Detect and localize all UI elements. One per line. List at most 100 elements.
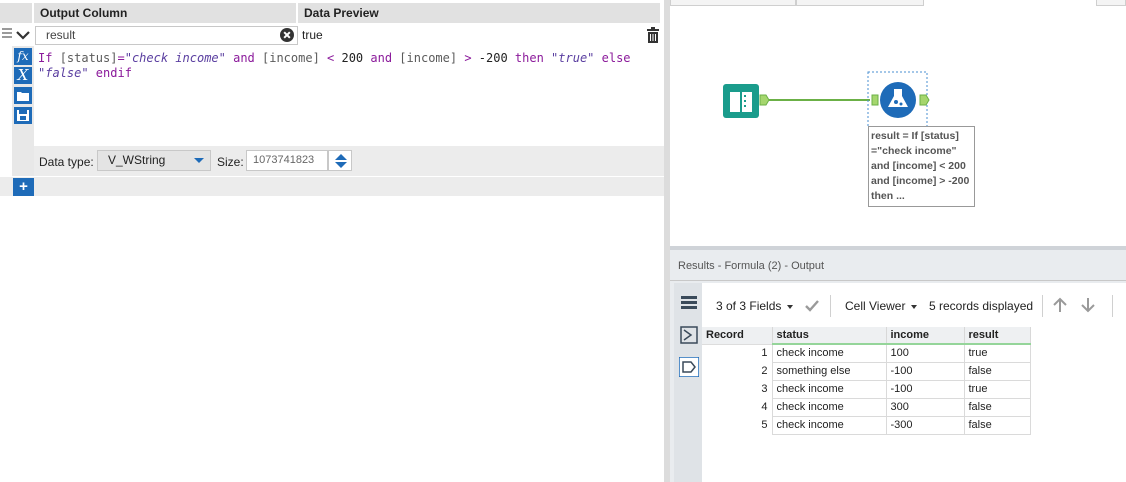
formula-node xyxy=(871,82,930,118)
expr-token: "false" xyxy=(38,66,89,80)
size-label: Size: xyxy=(217,155,244,169)
table-cell[interactable]: -100 xyxy=(885,379,965,399)
table-cell[interactable]: -300 xyxy=(885,415,965,435)
table-cell[interactable]: check income xyxy=(771,343,887,363)
column-header[interactable]: result xyxy=(964,327,1031,345)
output-column-header: Output Column xyxy=(34,3,296,23)
expr-token: "check income" xyxy=(124,51,226,65)
column-header[interactable]: income xyxy=(886,327,965,345)
expr-token: > xyxy=(457,51,479,65)
table-cell[interactable]: false xyxy=(963,415,1031,435)
results-toolbar: 3 of 3 Fields Cell Viewer 5 records disp… xyxy=(702,283,1126,327)
size-input[interactable]: 1073741823 xyxy=(246,150,328,171)
expr-token: 200 xyxy=(341,51,364,65)
data-preview-value: true xyxy=(302,28,323,42)
variable-icon[interactable]: X xyxy=(14,67,32,84)
table-cell[interactable]: check income xyxy=(771,415,887,435)
table-header-row: Record status income result xyxy=(702,327,1031,345)
column-header[interactable]: Record xyxy=(702,327,773,345)
expr-token: then xyxy=(507,51,552,65)
record-number: 2 xyxy=(702,362,773,380)
table-row[interactable]: 1 check income 100 true xyxy=(702,343,1031,363)
open-folder-icon[interactable] xyxy=(14,87,32,104)
toolbar-separator xyxy=(1042,295,1043,317)
toolbar-separator xyxy=(1112,295,1113,317)
chevron-down-icon xyxy=(194,158,204,163)
clear-icon[interactable] xyxy=(280,28,294,42)
column-header[interactable]: status xyxy=(772,327,887,345)
expr-token: = xyxy=(117,51,125,65)
data-type-select[interactable]: V_WString xyxy=(97,150,211,171)
metadata-icon[interactable] xyxy=(679,325,699,345)
trash-icon[interactable] xyxy=(646,27,660,44)
expression-editor[interactable]: If [status]="check income" and [income] … xyxy=(34,46,664,146)
table-cell[interactable]: 100 xyxy=(885,343,965,363)
output-tag-icon[interactable] xyxy=(679,357,699,377)
fields-selector[interactable]: 3 of 3 Fields xyxy=(716,299,794,313)
expr-token: and xyxy=(363,51,400,65)
input-data-node xyxy=(723,84,770,118)
add-formula-button[interactable]: + xyxy=(13,178,34,196)
expr-token: else xyxy=(594,51,631,65)
expr-token: endif xyxy=(88,66,132,80)
node-annotation: result = If [status] ="check income" and… xyxy=(868,126,975,207)
table-row[interactable]: 3 check income -100 true xyxy=(702,379,1031,399)
workflow-canvas[interactable]: result = If [status] ="check income" and… xyxy=(670,0,1126,246)
table-cell[interactable]: check income xyxy=(771,397,887,417)
record-number: 5 xyxy=(702,416,773,434)
results-sidebar xyxy=(674,283,702,482)
save-icon[interactable] xyxy=(14,107,32,124)
table-cell[interactable]: false xyxy=(963,361,1031,381)
arrow-up-icon[interactable] xyxy=(1052,297,1068,313)
results-title: Results - Formula (2) - Output xyxy=(678,260,825,272)
expr-token: [status] xyxy=(59,51,118,65)
chevron-down-icon[interactable] xyxy=(14,26,32,44)
expr-token: If xyxy=(38,51,60,65)
record-number: 3 xyxy=(702,380,773,398)
expr-token: "true" xyxy=(551,51,595,65)
results-table: Record status income result 1 check inco… xyxy=(702,327,1031,435)
output-column-input[interactable]: result xyxy=(35,26,298,45)
cell-viewer-selector[interactable]: Cell Viewer xyxy=(845,299,918,313)
table-cell[interactable]: true xyxy=(963,379,1031,399)
table-row[interactable]: 5 check income -300 false xyxy=(702,415,1031,435)
function-icon[interactable]: fx xyxy=(14,48,32,65)
arrow-down-icon[interactable] xyxy=(1080,297,1096,313)
size-spinner[interactable] xyxy=(328,150,352,171)
data-preview-header: Data Preview xyxy=(298,3,660,23)
expr-token: < xyxy=(319,51,342,65)
expr-token: [income] xyxy=(262,51,320,65)
table-row[interactable]: 4 check income 300 false xyxy=(702,397,1031,417)
chevron-down-icon xyxy=(787,304,794,309)
drag-handle-icon[interactable] xyxy=(2,28,12,42)
record-number: 4 xyxy=(702,398,773,416)
expr-token: -200 xyxy=(478,51,508,65)
table-cell[interactable]: something else xyxy=(771,361,887,381)
header-gutter xyxy=(0,3,32,23)
table-cell[interactable]: 300 xyxy=(885,397,965,417)
results-panel: Results - Formula (2) - Output 3 of 3 Fi… xyxy=(670,250,1126,482)
data-type-label: Data type: xyxy=(39,155,94,169)
data-type-value: V_WString xyxy=(108,153,166,167)
spin-down-icon[interactable] xyxy=(335,162,347,168)
checkmark-icon[interactable] xyxy=(804,299,820,313)
table-cell[interactable]: check income xyxy=(771,379,887,399)
table-row[interactable]: 2 something else -100 false xyxy=(702,361,1031,381)
cell-viewer-label: Cell Viewer xyxy=(845,299,906,313)
table-cell[interactable]: false xyxy=(963,397,1031,417)
formula-config-panel: Output Column Data Preview result true f… xyxy=(0,0,664,482)
editor-toolbar: fx X xyxy=(12,46,34,176)
expr-token: [income] xyxy=(399,51,458,65)
table-view-icon[interactable] xyxy=(679,293,699,313)
spin-up-icon[interactable] xyxy=(335,154,347,160)
expr-token: and xyxy=(225,51,262,65)
table-cell[interactable]: true xyxy=(963,343,1031,363)
add-row-bar: + xyxy=(0,176,664,196)
expression-text[interactable]: If [status]="check income" and [income] … xyxy=(38,51,638,81)
table-cell[interactable]: -100 xyxy=(885,361,965,381)
chevron-down-icon xyxy=(911,304,918,309)
workflow-graph xyxy=(723,71,930,129)
results-grid-area: 3 of 3 Fields Cell Viewer 5 records disp… xyxy=(702,283,1126,482)
data-type-row: Data type: V_WString Size: 1073741823 xyxy=(34,146,664,176)
results-header-divider xyxy=(670,280,1126,281)
